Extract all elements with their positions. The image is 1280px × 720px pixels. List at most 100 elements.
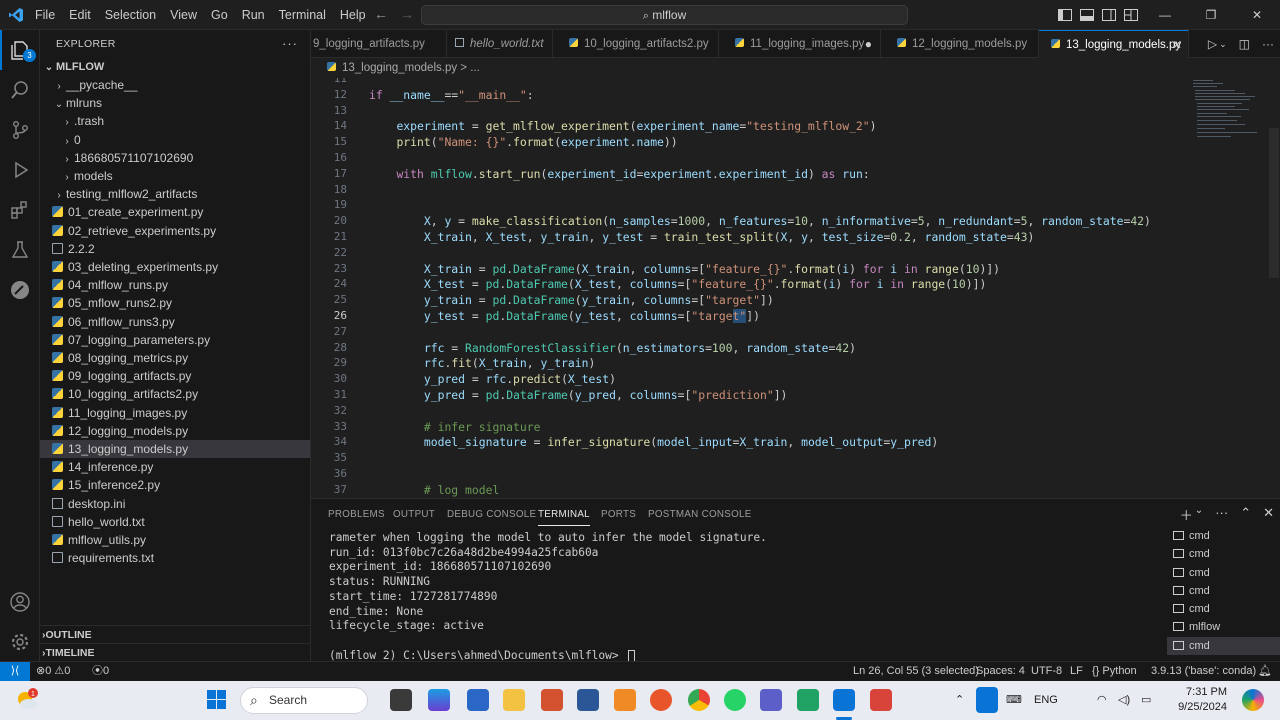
toggle-secondary-sidebar-icon[interactable] xyxy=(1098,0,1120,30)
close-panel-icon[interactable]: ✕ xyxy=(1263,505,1274,524)
task-view-icon[interactable] xyxy=(390,689,412,711)
new-terminal-icon[interactable]: ＋ xyxy=(1180,505,1193,524)
extensions-icon[interactable] xyxy=(0,190,40,230)
close-tab-icon[interactable]: ✕ xyxy=(1172,31,1182,59)
file-item[interactable]: 10_logging_artifacts2.py xyxy=(40,385,310,403)
maximize-panel-icon[interactable]: ⌃ xyxy=(1240,505,1251,524)
tab-debug-console[interactable]: DEBUG CONSOLE xyxy=(447,509,536,520)
command-center-search[interactable]: ⌕ mlflow xyxy=(421,5,908,25)
run-python-file-icon[interactable]: ▷ xyxy=(1208,37,1217,51)
menu-terminal[interactable]: Terminal xyxy=(272,8,333,22)
postman-icon[interactable] xyxy=(0,270,40,310)
encoding[interactable]: UTF-8 xyxy=(1031,662,1062,681)
toggle-primary-sidebar-icon[interactable] xyxy=(1054,0,1076,30)
tab-11-logging-images[interactable]: 11_logging_images.py ● xyxy=(719,30,881,58)
chrome-icon[interactable] xyxy=(688,689,710,711)
menu-view[interactable]: View xyxy=(163,8,204,22)
file-explorer-icon[interactable] xyxy=(503,689,525,711)
terminal-instance[interactable]: cmd xyxy=(1167,600,1280,618)
input-language[interactable]: ENG xyxy=(1034,681,1058,720)
language-mode[interactable]: {} Python xyxy=(1092,662,1137,681)
file-item[interactable]: 14_inference.py xyxy=(40,458,310,476)
powerpoint-icon[interactable] xyxy=(541,689,563,711)
file-item[interactable]: 11_logging_images.py xyxy=(40,404,310,422)
tab-13-logging-models[interactable]: 13_logging_models.py ✕ xyxy=(1039,30,1189,58)
terminal-instance[interactable]: cmd xyxy=(1167,582,1280,600)
run-debug-icon[interactable] xyxy=(0,150,40,190)
file-item[interactable]: 07_logging_parameters.py xyxy=(40,331,310,349)
vscode-taskbar-icon[interactable] xyxy=(833,689,855,711)
file-item[interactable]: 15_inference2.py xyxy=(40,476,310,494)
unsaved-dot-icon[interactable]: ● xyxy=(865,30,872,58)
word-icon[interactable] xyxy=(577,689,599,711)
customize-layout-icon[interactable] xyxy=(1120,0,1142,30)
menu-file[interactable]: File xyxy=(28,8,62,22)
file-item[interactable]: 08_logging_metrics.py xyxy=(40,349,310,367)
file-item[interactable]: 02_retrieve_experiments.py xyxy=(40,222,310,240)
menu-go[interactable]: Go xyxy=(204,8,235,22)
app-icon[interactable] xyxy=(614,689,636,711)
search-icon[interactable] xyxy=(0,70,40,110)
notifications-bell-icon[interactable]: 🔔︎ xyxy=(1258,662,1272,681)
tab-postman-console[interactable]: POSTMAN CONSOLE xyxy=(648,509,752,520)
editor-scrollbar[interactable] xyxy=(1269,128,1279,278)
explorer-icon[interactable]: 3 xyxy=(0,30,40,70)
file-item[interactable]: 2.2.2 xyxy=(40,240,310,258)
minimize-window-icon[interactable]: — xyxy=(1142,0,1188,30)
tab-09-logging-artifacts[interactable]: 9_logging_artifacts.py xyxy=(311,30,447,58)
file-item[interactable]: 13_logging_models.py xyxy=(40,440,310,458)
toggle-panel-icon[interactable] xyxy=(1076,0,1098,30)
file-item[interactable]: 01_create_experiment.py xyxy=(40,203,310,221)
close-window-icon[interactable]: ✕ xyxy=(1234,0,1280,30)
file-item[interactable]: 06_mlflow_runs3.py xyxy=(40,313,310,331)
explorer-root-folder[interactable]: ⌄ MLFLOW xyxy=(40,58,310,76)
file-item[interactable]: 09_logging_artifacts.py xyxy=(40,367,310,385)
firefox-icon[interactable] xyxy=(650,689,672,711)
microphone-icon[interactable] xyxy=(976,687,998,713)
terminal-instance[interactable]: cmd xyxy=(1167,545,1280,563)
timeline-section[interactable]: ›TIMELINE xyxy=(40,643,310,661)
copilot-tray-icon[interactable] xyxy=(1242,689,1264,711)
outline-section[interactable]: ›OUTLINE xyxy=(40,625,310,643)
terminal-instance[interactable]: cmd xyxy=(1167,564,1280,582)
battery-icon[interactable]: ▭ xyxy=(1141,681,1151,720)
teams-icon[interactable] xyxy=(760,689,782,711)
cursor-position[interactable]: Ln 26, Col 55 (3 selected) xyxy=(853,662,979,681)
file-item[interactable]: hello_world.txt xyxy=(40,513,310,531)
source-control-icon[interactable] xyxy=(0,110,40,150)
indentation[interactable]: Spaces: 4 xyxy=(976,662,1025,681)
chevron-down-icon[interactable]: ⌄ xyxy=(1195,505,1203,524)
start-windows-icon[interactable] xyxy=(207,690,227,715)
breadcrumb[interactable]: 13_logging_models.py > ... xyxy=(311,58,1280,78)
tab-12-logging-models[interactable]: 12_logging_models.py xyxy=(881,30,1039,58)
tab-10-logging-artifacts2[interactable]: 10_logging_artifacts2.py xyxy=(553,30,719,58)
folder-item[interactable]: ⌄ mlruns xyxy=(40,94,310,112)
more-actions-icon[interactable]: ··· xyxy=(282,36,298,51)
forward-arrow-icon[interactable]: → xyxy=(400,6,414,22)
folder-item[interactable]: › .trash xyxy=(40,112,310,130)
app-green-icon[interactable] xyxy=(797,689,819,711)
file-item[interactable]: 05_mflow_runs2.py xyxy=(40,294,310,312)
file-item[interactable]: 12_logging_models.py xyxy=(40,422,310,440)
python-interpreter[interactable]: 3.9.13 ('base': conda) xyxy=(1151,662,1256,681)
menu-run[interactable]: Run xyxy=(235,8,272,22)
accounts-icon[interactable] xyxy=(0,582,40,622)
file-item[interactable]: 03_deleting_experiments.py xyxy=(40,258,310,276)
tray-overflow-icon[interactable]: ⌃ xyxy=(955,681,964,720)
remote-indicator-icon[interactable]: ⟩⟨ xyxy=(0,662,30,681)
weather-widget-icon[interactable]: 1 xyxy=(14,687,40,713)
problems-status[interactable]: ⊗0 ⚠0 xyxy=(36,662,70,681)
end-of-line[interactable]: LF xyxy=(1070,662,1083,681)
file-item[interactable]: requirements.txt xyxy=(40,549,310,567)
terminal-instance[interactable]: cmd xyxy=(1167,527,1280,545)
chevron-down-icon[interactable]: ⌄ xyxy=(1219,39,1227,50)
back-arrow-icon[interactable]: ← xyxy=(374,6,388,22)
whatsapp-icon[interactable] xyxy=(724,689,746,711)
app-red-icon[interactable] xyxy=(870,689,892,711)
microsoft-store-icon[interactable] xyxy=(467,689,489,711)
minimap[interactable] xyxy=(1191,78,1271,148)
keyboard-icon[interactable]: ⌨ xyxy=(1006,681,1022,720)
wifi-icon[interactable]: ◠ xyxy=(1097,681,1107,720)
menu-edit[interactable]: Edit xyxy=(62,8,98,22)
more-actions-icon[interactable]: ··· xyxy=(1262,37,1274,51)
